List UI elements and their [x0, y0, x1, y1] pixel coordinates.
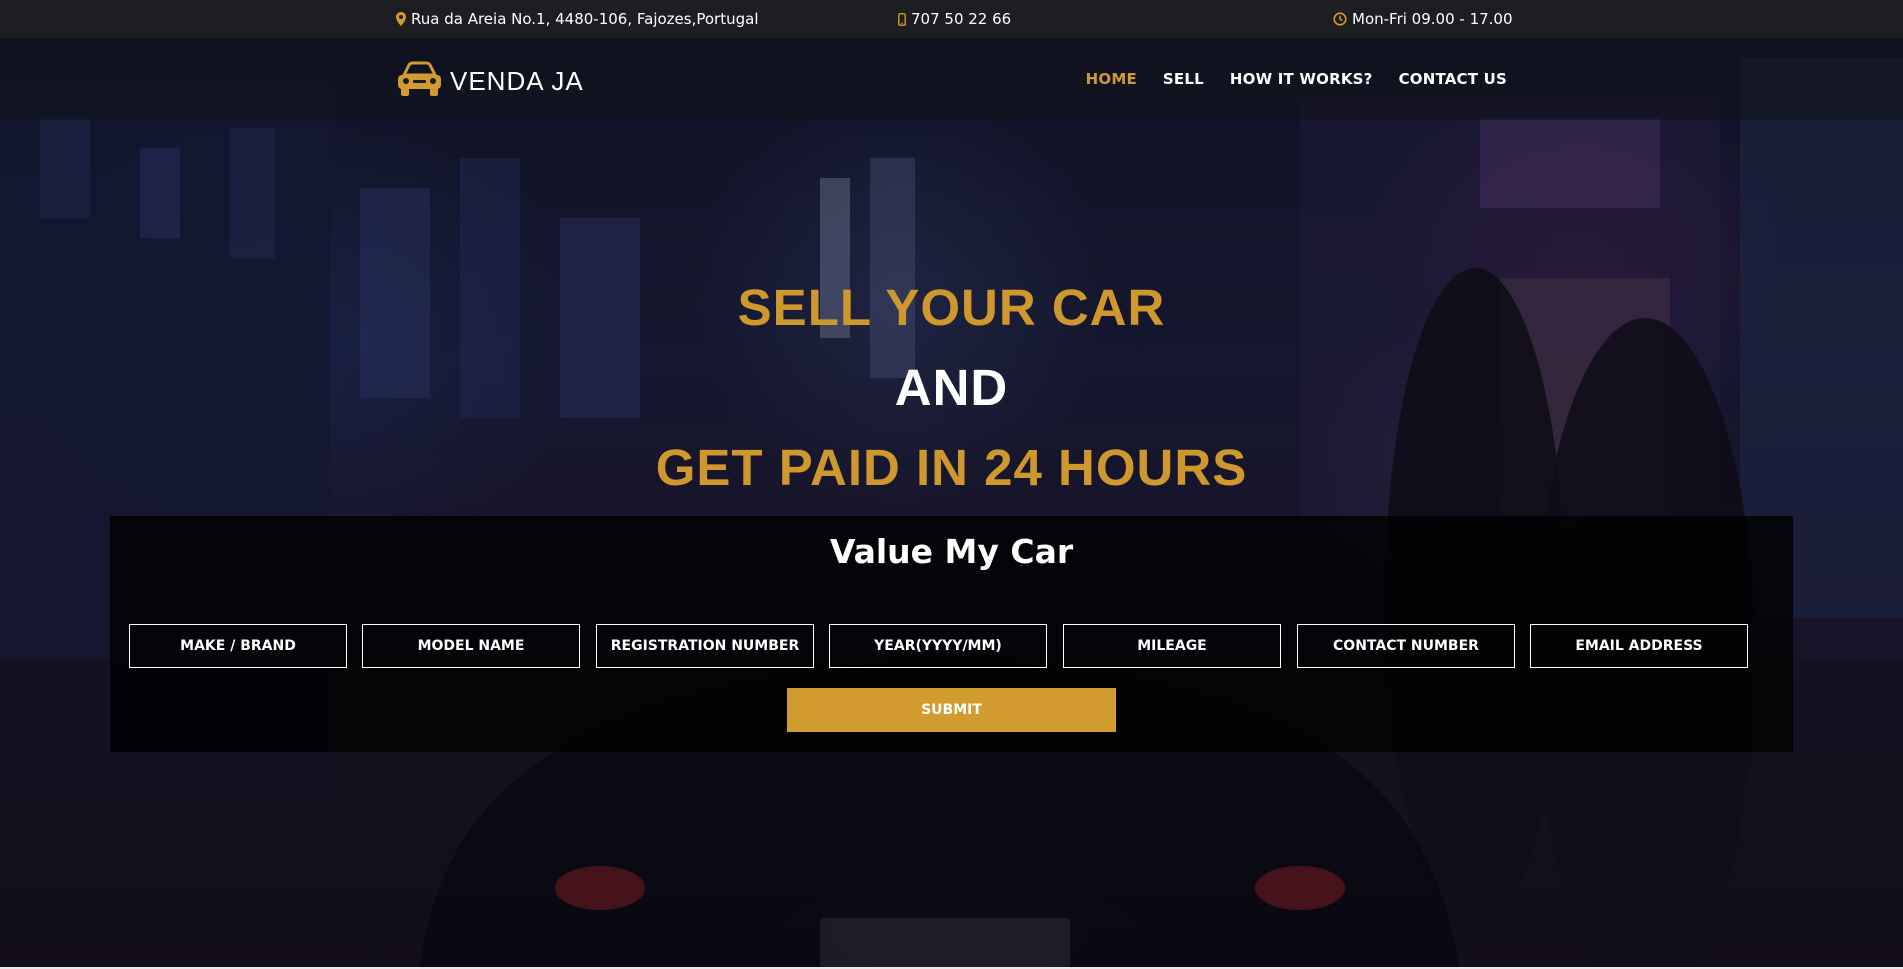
- address-text: Rua da Areia No.1, 4480-106, Fajozes,Por…: [411, 10, 759, 28]
- hero-headline-line-1: SELL YOUR CAR: [737, 279, 1166, 336]
- email-address-input[interactable]: [1530, 624, 1748, 668]
- hero-headline-line-2: AND: [894, 359, 1009, 416]
- hours-text: Mon-Fri 09.00 - 17.00: [1352, 10, 1513, 28]
- make-brand-input[interactable]: [129, 624, 347, 668]
- registration-number-input[interactable]: [596, 624, 814, 668]
- map-marker-icon: [396, 12, 406, 26]
- form-title: Value My Car: [829, 532, 1074, 571]
- hero-headline-line-3: GET PAID IN 24 HOURS: [655, 439, 1248, 496]
- contact-number-input[interactable]: [1297, 624, 1515, 668]
- model-name-input[interactable]: [362, 624, 580, 668]
- main-nav: HOME SELL HOW IT WORKS? CONTACT US: [1086, 70, 1507, 88]
- submit-button[interactable]: SUBMIT: [787, 688, 1116, 732]
- hero-section: VENDA JA HOME SELL HOW IT WORKS? CONTACT…: [0, 38, 1903, 969]
- car-icon: [396, 61, 443, 101]
- brand-name: VENDA JA: [450, 65, 584, 96]
- mobile-phone-icon: [898, 12, 906, 26]
- year-input[interactable]: [829, 624, 1047, 668]
- hours-info: Mon-Fri 09.00 - 17.00: [1333, 10, 1513, 28]
- mileage-input[interactable]: [1063, 624, 1281, 668]
- nav-item-home[interactable]: HOME: [1086, 70, 1137, 88]
- nav-item-contact-us[interactable]: CONTACT US: [1399, 70, 1507, 88]
- top-info-bar: Rua da Areia No.1, 4480-106, Fajozes,Por…: [0, 0, 1903, 38]
- phone-info: 707 50 22 66: [898, 10, 1011, 28]
- address-info: Rua da Areia No.1, 4480-106, Fajozes,Por…: [396, 10, 758, 28]
- main-navbar: VENDA JA HOME SELL HOW IT WORKS? CONTACT…: [0, 38, 1903, 120]
- phone-text: 707 50 22 66: [911, 10, 1012, 28]
- brand-logo[interactable]: VENDA JA: [396, 61, 584, 101]
- clock-icon: [1333, 12, 1347, 26]
- hero-overlay: [0, 38, 1903, 969]
- nav-item-how-it-works[interactable]: HOW IT WORKS?: [1230, 70, 1373, 88]
- value-my-car-form: Value My Car SUBMIT: [110, 516, 1793, 752]
- nav-item-sell[interactable]: SELL: [1163, 70, 1204, 88]
